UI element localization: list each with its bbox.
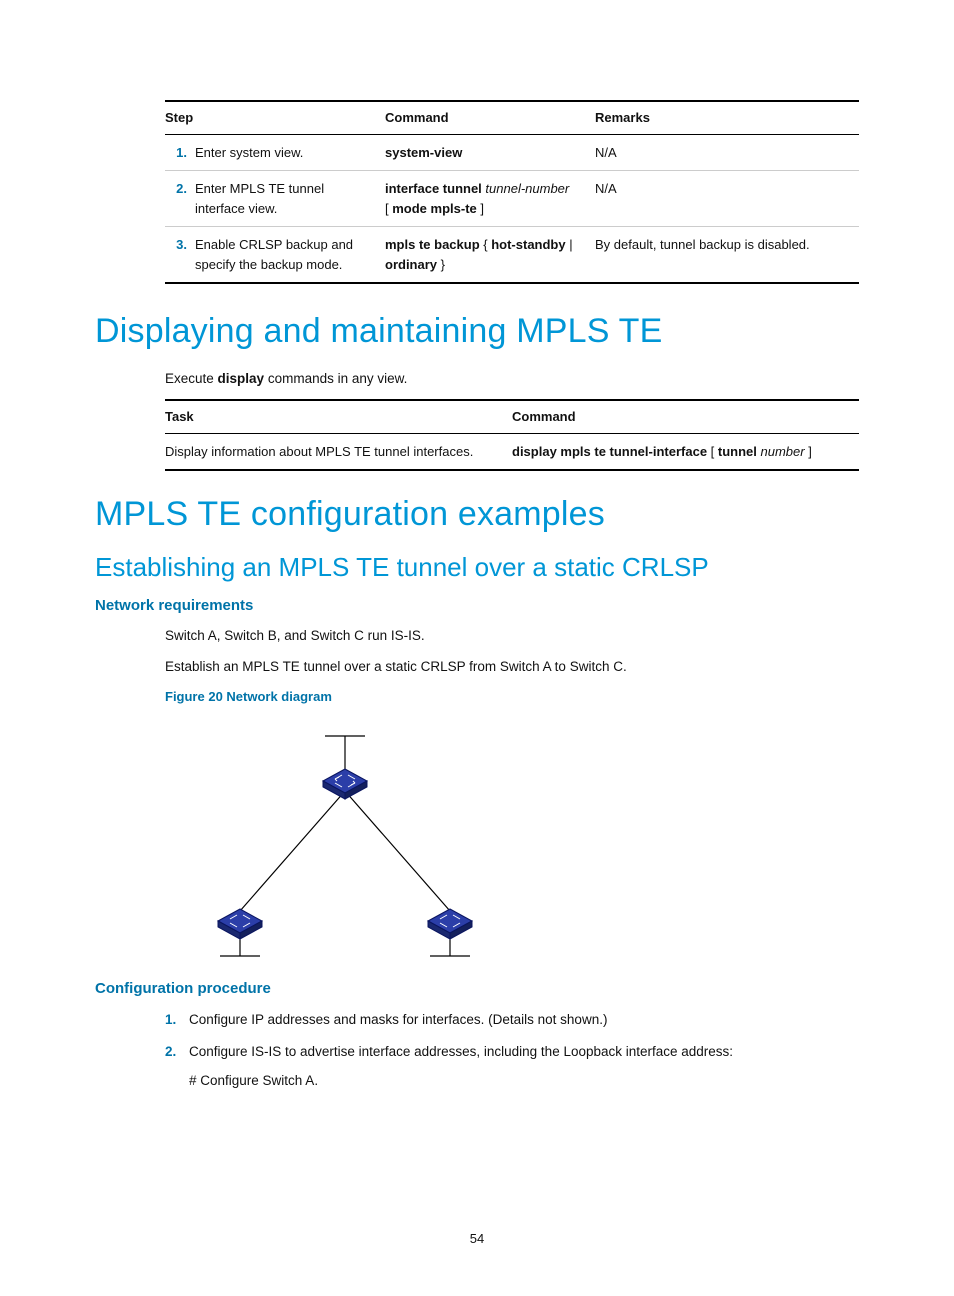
table-row: Display information about MPLS TE tunnel… (165, 433, 859, 470)
step-command: system-view (385, 134, 595, 171)
heading-displaying: Displaying and maintaining MPLS TE (95, 312, 859, 351)
table-row: 3. Enable CRLSP backup and specify the b… (165, 227, 859, 284)
item-number: 2. (165, 1041, 176, 1063)
step-remarks: N/A (595, 171, 859, 227)
list-item: 2. Configure IS-IS to advertise interfac… (165, 1041, 859, 1092)
item-sub: # Configure Switch A. (189, 1070, 859, 1092)
task-command: display mpls te tunnel-interface [ tunne… (512, 433, 859, 470)
step-number: 3. (165, 227, 195, 284)
exec-text: Execute display commands in any view. (165, 369, 859, 389)
item-text: Configure IS-IS to advertise interface a… (189, 1044, 733, 1059)
heading-netreq: Network requirements (95, 597, 859, 614)
step-desc: Enter system view. (195, 134, 385, 171)
step-command: interface tunnel tunnel-number [ mode mp… (385, 171, 595, 227)
netreq-p1: Switch A, Switch B, and Switch C run IS-… (165, 626, 859, 646)
item-text: Configure IP addresses and masks for int… (189, 1012, 607, 1027)
col-step: Step (165, 101, 385, 134)
item-number: 1. (165, 1009, 176, 1031)
step-number: 1. (165, 134, 195, 171)
step-desc: Enter MPLS TE tunnel interface view. (195, 171, 385, 227)
col-task: Task (165, 400, 512, 433)
heading-procedure: Configuration procedure (95, 980, 859, 997)
list-item: 1. Configure IP addresses and masks for … (165, 1009, 859, 1031)
step-command: mpls te backup { hot-standby | ordinary … (385, 227, 595, 284)
task-table: Task Command Display information about M… (165, 399, 859, 471)
step-remarks: By default, tunnel backup is disabled. (595, 227, 859, 284)
network-diagram (185, 716, 505, 966)
heading-establishing: Establishing an MPLS TE tunnel over a st… (95, 552, 859, 583)
col-command: Command (512, 400, 859, 433)
heading-examples: MPLS TE configuration examples (95, 495, 859, 534)
col-remarks: Remarks (595, 101, 859, 134)
procedure-list: 1. Configure IP addresses and masks for … (95, 1009, 859, 1092)
task-desc: Display information about MPLS TE tunnel… (165, 433, 512, 470)
netreq-p2: Establish an MPLS TE tunnel over a stati… (165, 657, 859, 677)
col-command: Command (385, 101, 595, 134)
step-remarks: N/A (595, 134, 859, 171)
table-row: 1. Enter system view. system-view N/A (165, 134, 859, 171)
page-number: 54 (0, 1231, 954, 1246)
figure-caption: Figure 20 Network diagram (165, 687, 859, 707)
steps-table: Step Command Remarks 1. Enter system vie… (165, 100, 859, 284)
step-number: 2. (165, 171, 195, 227)
table-row: 2. Enter MPLS TE tunnel interface view. … (165, 171, 859, 227)
step-desc: Enable CRLSP backup and specify the back… (195, 227, 385, 284)
